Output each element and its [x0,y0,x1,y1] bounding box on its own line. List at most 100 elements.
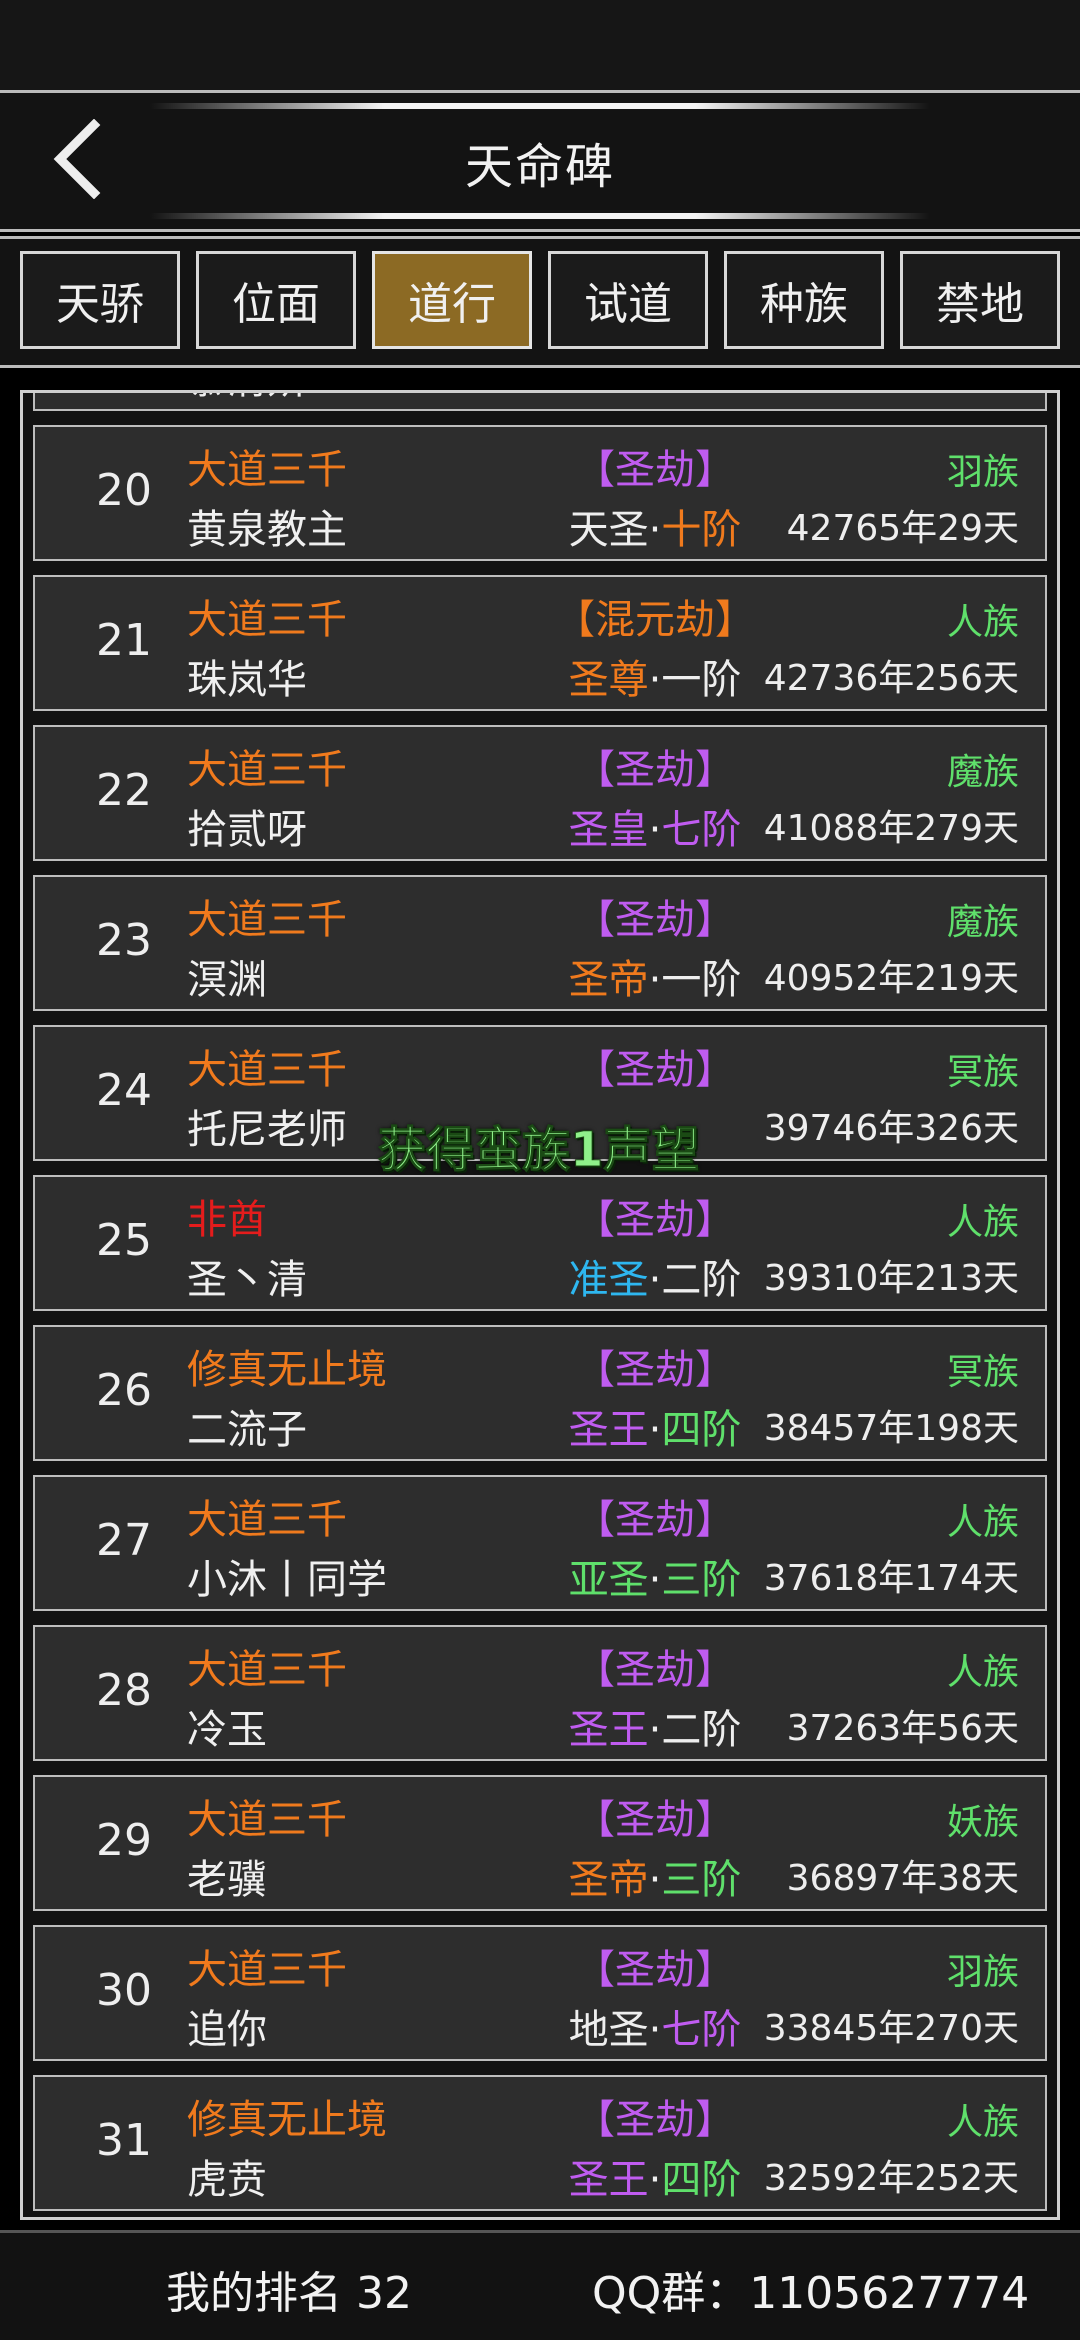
realm-name: 圣帝 [568,1857,649,1903]
realm-name: 圣帝 [568,957,649,1003]
race-label: 魔族 [946,902,1019,943]
table-row[interactable]: 慕清妍 [33,393,1047,411]
rank-number: 23 [96,915,152,966]
player-name: 慕清妍 [187,393,307,405]
realm-name: 圣皇 [568,807,649,853]
header-bottom-ornament [150,213,930,219]
table-row[interactable]: 21 大道三千 珠岚华 【混元劫】 圣尊·一阶 人族 42736年256天 [33,575,1047,711]
rank-number: 30 [96,1965,152,2016]
cultivation-time: 33845年270天 [763,2008,1019,2049]
realm-level: 圣王·四阶 [505,2147,805,2205]
race-label: 妖族 [946,1802,1019,1843]
rank-number: 20 [96,465,152,516]
cultivation-time: 37618年174天 [763,1558,1019,1599]
realm-stage: 二阶 [661,1707,742,1753]
cultivation-time: 39310年213天 [763,1258,1019,1299]
realm-level: 圣王·四阶 [505,1397,805,1455]
tab-weimian[interactable]: 位面 [196,251,356,349]
realm-separator: · [648,1257,662,1303]
cultivation-time: 36897年38天 [786,1858,1019,1899]
guild-name: 修真无止境 [187,1347,387,1393]
realm-level: 地圣·七阶 [505,1997,805,2055]
cultivation-time: 42736年256天 [763,658,1019,699]
table-row[interactable]: 28 大道三千 冷玉 【圣劫】 圣王·二阶 人族 37263年56天 [33,1625,1047,1761]
realm-separator: · [648,2007,662,2053]
reputation-toast: 获得蛮族1声望 [377,1122,700,1179]
rank-number: 25 [96,1215,152,1266]
realm-separator: · [648,1857,662,1903]
guild-name: 大道三千 [187,1647,347,1693]
qq-group: QQ群：1105627774 [592,2268,1030,2319]
realm-name: 圣尊 [568,657,649,703]
realm-name: 圣王 [568,1407,649,1453]
tribulation-tier: 【圣劫】 [575,1197,735,1243]
realm-level: 圣皇·七阶 [505,797,805,855]
player-name: 冷玉 [187,1707,267,1753]
guild-name: 大道三千 [187,447,347,493]
table-row[interactable]: 23 大道三千 溟渊 【圣劫】 圣帝·一阶 魔族 40952年219天 [33,875,1047,1011]
race-label: 冥族 [946,1052,1019,1093]
race-label: 人族 [946,1202,1019,1243]
realm-stage: 四阶 [661,1407,742,1453]
realm-level: 天圣·十阶 [505,497,805,555]
tribulation-tier: 【圣劫】 [575,2097,735,2143]
player-name: 托尼老师 [187,1107,347,1153]
tribulation-tier: 【圣劫】 [575,1047,735,1093]
race-label: 人族 [946,2102,1019,2143]
realm-separator: · [648,1407,662,1453]
tribulation-tier: 【圣劫】 [575,1647,735,1693]
player-name: 老骥 [187,1857,267,1903]
tab-zhongzu[interactable]: 种族 [724,251,884,349]
header: 天命碑 [0,90,1080,232]
header-top-ornament [150,103,930,109]
tab-tianjiao[interactable]: 天骄 [20,251,180,349]
race-label: 羽族 [946,1952,1019,1993]
realm-stage: 七阶 [661,2007,742,2053]
cultivation-time: 37263年56天 [786,1708,1019,1749]
player-name: 二流子 [187,1407,307,1453]
table-row[interactable]: 20 大道三千 黄泉教主 【圣劫】 天圣·十阶 羽族 42765年29天 [33,425,1047,561]
realm-separator: · [648,657,662,703]
realm-separator: · [648,507,662,553]
realm-stage: 四阶 [661,2157,742,2203]
realm-separator: · [648,957,662,1003]
table-row[interactable]: 27 大道三千 小沐丨同学 【圣劫】 亚圣·三阶 人族 37618年174天 [33,1475,1047,1611]
tab-shidao[interactable]: 试道 [548,251,708,349]
realm-stage: 二阶 [661,1257,742,1303]
realm-stage: 十阶 [661,507,742,553]
guild-name: 大道三千 [187,1797,347,1843]
guild-name: 大道三千 [187,597,347,643]
status-bar [0,0,1080,90]
table-row[interactable]: 30 大道三千 追你 【圣劫】 地圣·七阶 羽族 33845年270天 [33,1925,1047,2061]
player-name: 追你 [187,2007,267,2053]
table-row[interactable]: 22 大道三千 拾贰呀 【圣劫】 圣皇·七阶 魔族 41088年279天 [33,725,1047,861]
tab-bar: 天骄 位面 道行 试道 种族 禁地 [0,236,1080,368]
realm-stage: 三阶 [661,1557,742,1603]
cultivation-time: 42765年29天 [786,508,1019,549]
race-label: 人族 [946,1502,1019,1543]
realm-name: 地圣 [568,2007,649,2053]
race-label: 人族 [946,1652,1019,1693]
rank-number: 21 [96,615,152,666]
realm-stage: 七阶 [661,807,742,853]
race-label: 人族 [946,602,1019,643]
cultivation-time: 32592年252天 [763,2158,1019,2199]
race-label: 魔族 [946,752,1019,793]
player-name: 小沐丨同学 [187,1557,387,1603]
table-row[interactable]: 26 修真无止境 二流子 【圣劫】 圣王·四阶 冥族 38457年198天 [33,1325,1047,1461]
tab-daoxing[interactable]: 道行 [372,251,532,349]
table-row[interactable]: 31 修真无止境 虎贲 【圣劫】 圣王·四阶 人族 32592年252天 [33,2075,1047,2211]
ranking-list[interactable]: 慕清妍20大道三千黄泉教主【圣劫】天圣·十阶羽族42765年29天21大道三千珠… [20,390,1060,2220]
tribulation-tier: 【圣劫】 [575,1947,735,1993]
realm-name: 圣王 [568,2157,649,2203]
tab-jindi[interactable]: 禁地 [900,251,1060,349]
tribulation-tier: 【圣劫】 [575,1797,735,1843]
realm-name: 天圣 [568,507,649,553]
cultivation-time: 38457年198天 [763,1408,1019,1449]
rank-number: 26 [96,1365,152,1416]
rank-number: 24 [96,1065,152,1116]
table-row[interactable]: 25 非酋 圣丶清 【圣劫】 准圣·二阶 人族 39310年213天 [33,1175,1047,1311]
footer: 我的排名 32 QQ群：1105627774 [0,2230,1080,2340]
table-row[interactable]: 29 大道三千 老骥 【圣劫】 圣帝·三阶 妖族 36897年38天 [33,1775,1047,1911]
realm-separator: · [648,2157,662,2203]
